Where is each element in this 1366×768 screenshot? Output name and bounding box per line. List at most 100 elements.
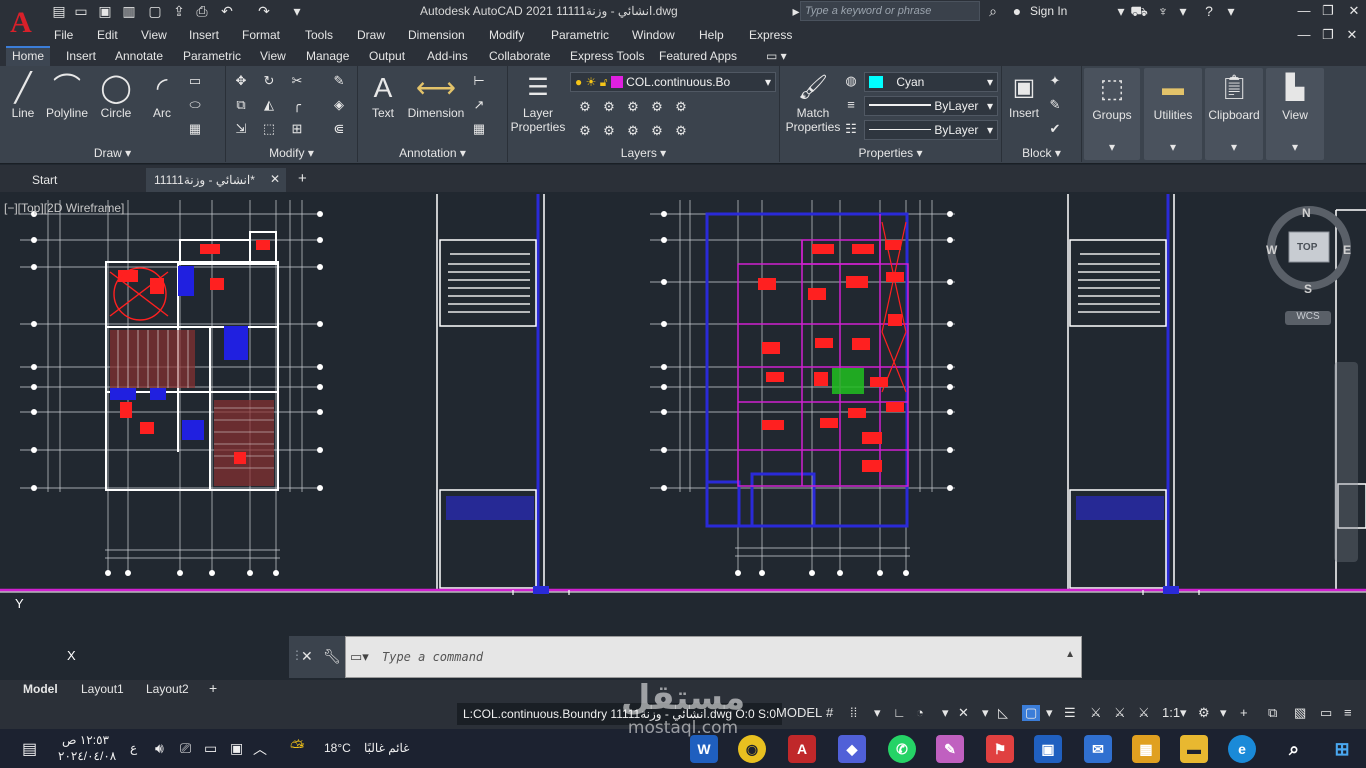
app-icon-7[interactable]: ⚑ <box>986 735 1014 763</box>
menu-parametric[interactable]: Parametric <box>551 28 609 42</box>
cart-icon[interactable]: ⛟ <box>1130 2 1148 20</box>
add-layout-icon[interactable]: + <box>209 680 217 696</box>
customization-icon[interactable]: ≡ <box>1344 705 1352 720</box>
compass-east[interactable]: E <box>1343 243 1351 257</box>
quick-access-dropdown-icon[interactable]: ▾ <box>288 2 306 20</box>
battery-icon[interactable]: ▭ <box>204 740 217 757</box>
tab-home[interactable]: Home <box>6 46 51 66</box>
mirror-icon[interactable]: ◭ <box>260 96 278 114</box>
menu-help[interactable]: Help <box>699 28 724 42</box>
layer-tool-3-icon[interactable]: ⚙ <box>624 98 642 116</box>
autocad-taskbar-icon[interactable]: A <box>788 735 816 763</box>
viewcube-top-label[interactable]: TOP <box>1297 242 1317 253</box>
color-dropdown[interactable]: Cyan ▾ <box>864 72 998 92</box>
layer-properties-button[interactable]: ☰ Layer Properties <box>510 70 566 134</box>
arc-button[interactable]: ◜ Arc <box>142 70 182 120</box>
dimension-button[interactable]: ⟷ Dimension <box>404 70 468 120</box>
edit-block-icon[interactable]: ✎ <box>1046 96 1064 114</box>
store-icon[interactable]: ▦ <box>1132 735 1160 763</box>
properties-panel-title[interactable]: Properties ▾ <box>780 146 1001 160</box>
isolate-icon[interactable]: ⧉ <box>1268 705 1277 721</box>
utilities-button[interactable]: ▬ Utilities ▾ <box>1144 68 1202 160</box>
layer-dropdown[interactable]: ● ☀ 🔓︎ COL.continuous.Bo ▾ <box>570 72 776 92</box>
polyline-button[interactable]: ⌒ Polyline <box>42 70 92 120</box>
tab-layout2[interactable]: Layout2 <box>146 682 189 696</box>
new-file-icon[interactable]: ▤ <box>50 2 68 20</box>
array-icon[interactable]: ⊞ <box>288 120 306 138</box>
annotation-panel-title[interactable]: Annotation ▾ <box>358 146 507 160</box>
ortho-icon[interactable]: ∟ <box>893 705 906 720</box>
create-block-icon[interactable]: ✦ <box>1046 72 1064 90</box>
copy-icon[interactable]: ⧉ <box>232 96 250 114</box>
ribbon-minimize-icon[interactable]: ▭ ▾ <box>760 46 793 66</box>
insert-block-button[interactable]: ▣ Insert <box>1004 70 1044 120</box>
scale-dropdown-icon[interactable]: ▾ <box>1180 705 1187 721</box>
region-icon[interactable]: ▦ <box>186 120 204 138</box>
hardware-accel-icon[interactable]: ▧ <box>1294 705 1306 721</box>
close-tab-icon[interactable]: ✕ <box>270 172 280 186</box>
trim-icon[interactable]: ✂ <box>288 72 306 90</box>
rotate-icon[interactable]: ↻ <box>260 72 278 90</box>
selection-cycling-icon[interactable]: ▢ <box>1022 705 1041 721</box>
command-history-icon[interactable]: ▭▾ <box>350 649 369 665</box>
notification-icon[interactable]: ▤ <box>22 739 37 759</box>
save-icon[interactable]: ▣ <box>96 2 114 20</box>
signin-dropdown-icon[interactable]: ▾ <box>1112 2 1130 20</box>
layer-tool-7-icon[interactable]: ⚙ <box>600 122 618 140</box>
mail-icon[interactable]: ✉ <box>1084 735 1112 763</box>
osnap-icon[interactable]: ✕ <box>958 705 969 721</box>
tab-express-tools[interactable]: Express Tools <box>564 46 650 66</box>
save-to-web-icon[interactable]: ▢ <box>146 2 164 20</box>
command-line[interactable]: ▭▾ Type a command ▲ <box>345 636 1082 678</box>
scale-icon[interactable]: ⬚ <box>260 120 278 138</box>
search-input[interactable]: Type a keyword or phrase <box>800 1 980 21</box>
wcs-menu[interactable]: WCS <box>1285 311 1331 325</box>
app-icon-8[interactable]: ▣ <box>1034 735 1062 763</box>
menu-dimension[interactable]: Dimension <box>408 28 465 42</box>
erase-icon[interactable]: ✎ <box>330 72 348 90</box>
tab-view[interactable]: View <box>254 46 292 66</box>
tab-addins[interactable]: Add-ins <box>421 46 474 66</box>
match-properties-button[interactable]: 🖌︎ Match Properties <box>784 70 842 134</box>
modify-panel-title[interactable]: Modify ▾ <box>226 146 357 160</box>
properties-toggle-icon[interactable]: ☰ <box>1064 705 1076 721</box>
layer-tool-5-icon[interactable]: ⚙ <box>672 98 690 116</box>
restore-icon[interactable]: ❐ <box>1316 2 1340 20</box>
tab-collaborate[interactable]: Collaborate <box>483 46 556 66</box>
app-dropdown-icon[interactable]: ▾ <box>1174 2 1192 20</box>
edge-icon[interactable]: e <box>1228 735 1256 763</box>
layer-tool-2-icon[interactable]: ⚙ <box>600 98 618 116</box>
clipboard-button[interactable]: 📋︎ Clipboard ▾ <box>1205 68 1263 160</box>
tab-annotate[interactable]: Annotate <box>109 46 169 66</box>
application-menu-button[interactable]: A <box>0 0 42 46</box>
block-panel-title[interactable]: Block ▾ <box>1002 146 1081 160</box>
weather-temp[interactable]: 18°C <box>324 741 351 755</box>
print-icon[interactable]: ⎙ <box>193 2 211 20</box>
drawing-tab[interactable]: انشائي - وزنة11111* ✕ <box>146 168 286 192</box>
layer-tool-6-icon[interactable]: ⚙ <box>576 122 594 140</box>
compass-west[interactable]: W <box>1266 243 1277 257</box>
whatsapp-icon[interactable]: ✆ <box>888 735 916 763</box>
annotation-scale-value[interactable]: 1:1 <box>1162 705 1180 720</box>
command-expand-icon[interactable]: ▲ <box>1065 649 1075 660</box>
annotation-scale-icon[interactable]: ⚔ <box>1138 705 1150 721</box>
open-folder-icon[interactable]: ▭ <box>72 2 90 20</box>
fillet-icon[interactable]: ╭ <box>288 96 306 114</box>
help-dropdown-icon[interactable]: ▾ <box>1222 2 1240 20</box>
minimize-icon[interactable]: — <box>1292 2 1316 20</box>
autodesk-app-icon[interactable]: ♆ <box>1154 2 1172 20</box>
offset-icon[interactable]: ⋐ <box>330 120 348 138</box>
stretch-icon[interactable]: ⇲ <box>232 120 250 138</box>
menu-file[interactable]: File <box>54 28 73 42</box>
copilot-icon[interactable]: ◆ <box>838 735 866 763</box>
menu-format[interactable]: Format <box>242 28 280 42</box>
lineweight-toggle-icon[interactable]: ◺ <box>998 705 1008 721</box>
osnap-dropdown-icon[interactable]: ▾ <box>982 705 989 721</box>
view-button[interactable]: ▙ View ▾ <box>1266 68 1324 160</box>
linetype-dropdown[interactable]: ByLayer ▾ <box>864 120 998 140</box>
tab-output[interactable]: Output <box>363 46 411 66</box>
clock-time[interactable]: ١٢:٥٣ ص <box>62 733 109 747</box>
tab-insert[interactable]: Insert <box>60 46 102 66</box>
weather-icon[interactable]: ⛅︎ <box>290 737 304 758</box>
command-input[interactable]: Type a command <box>382 650 483 664</box>
